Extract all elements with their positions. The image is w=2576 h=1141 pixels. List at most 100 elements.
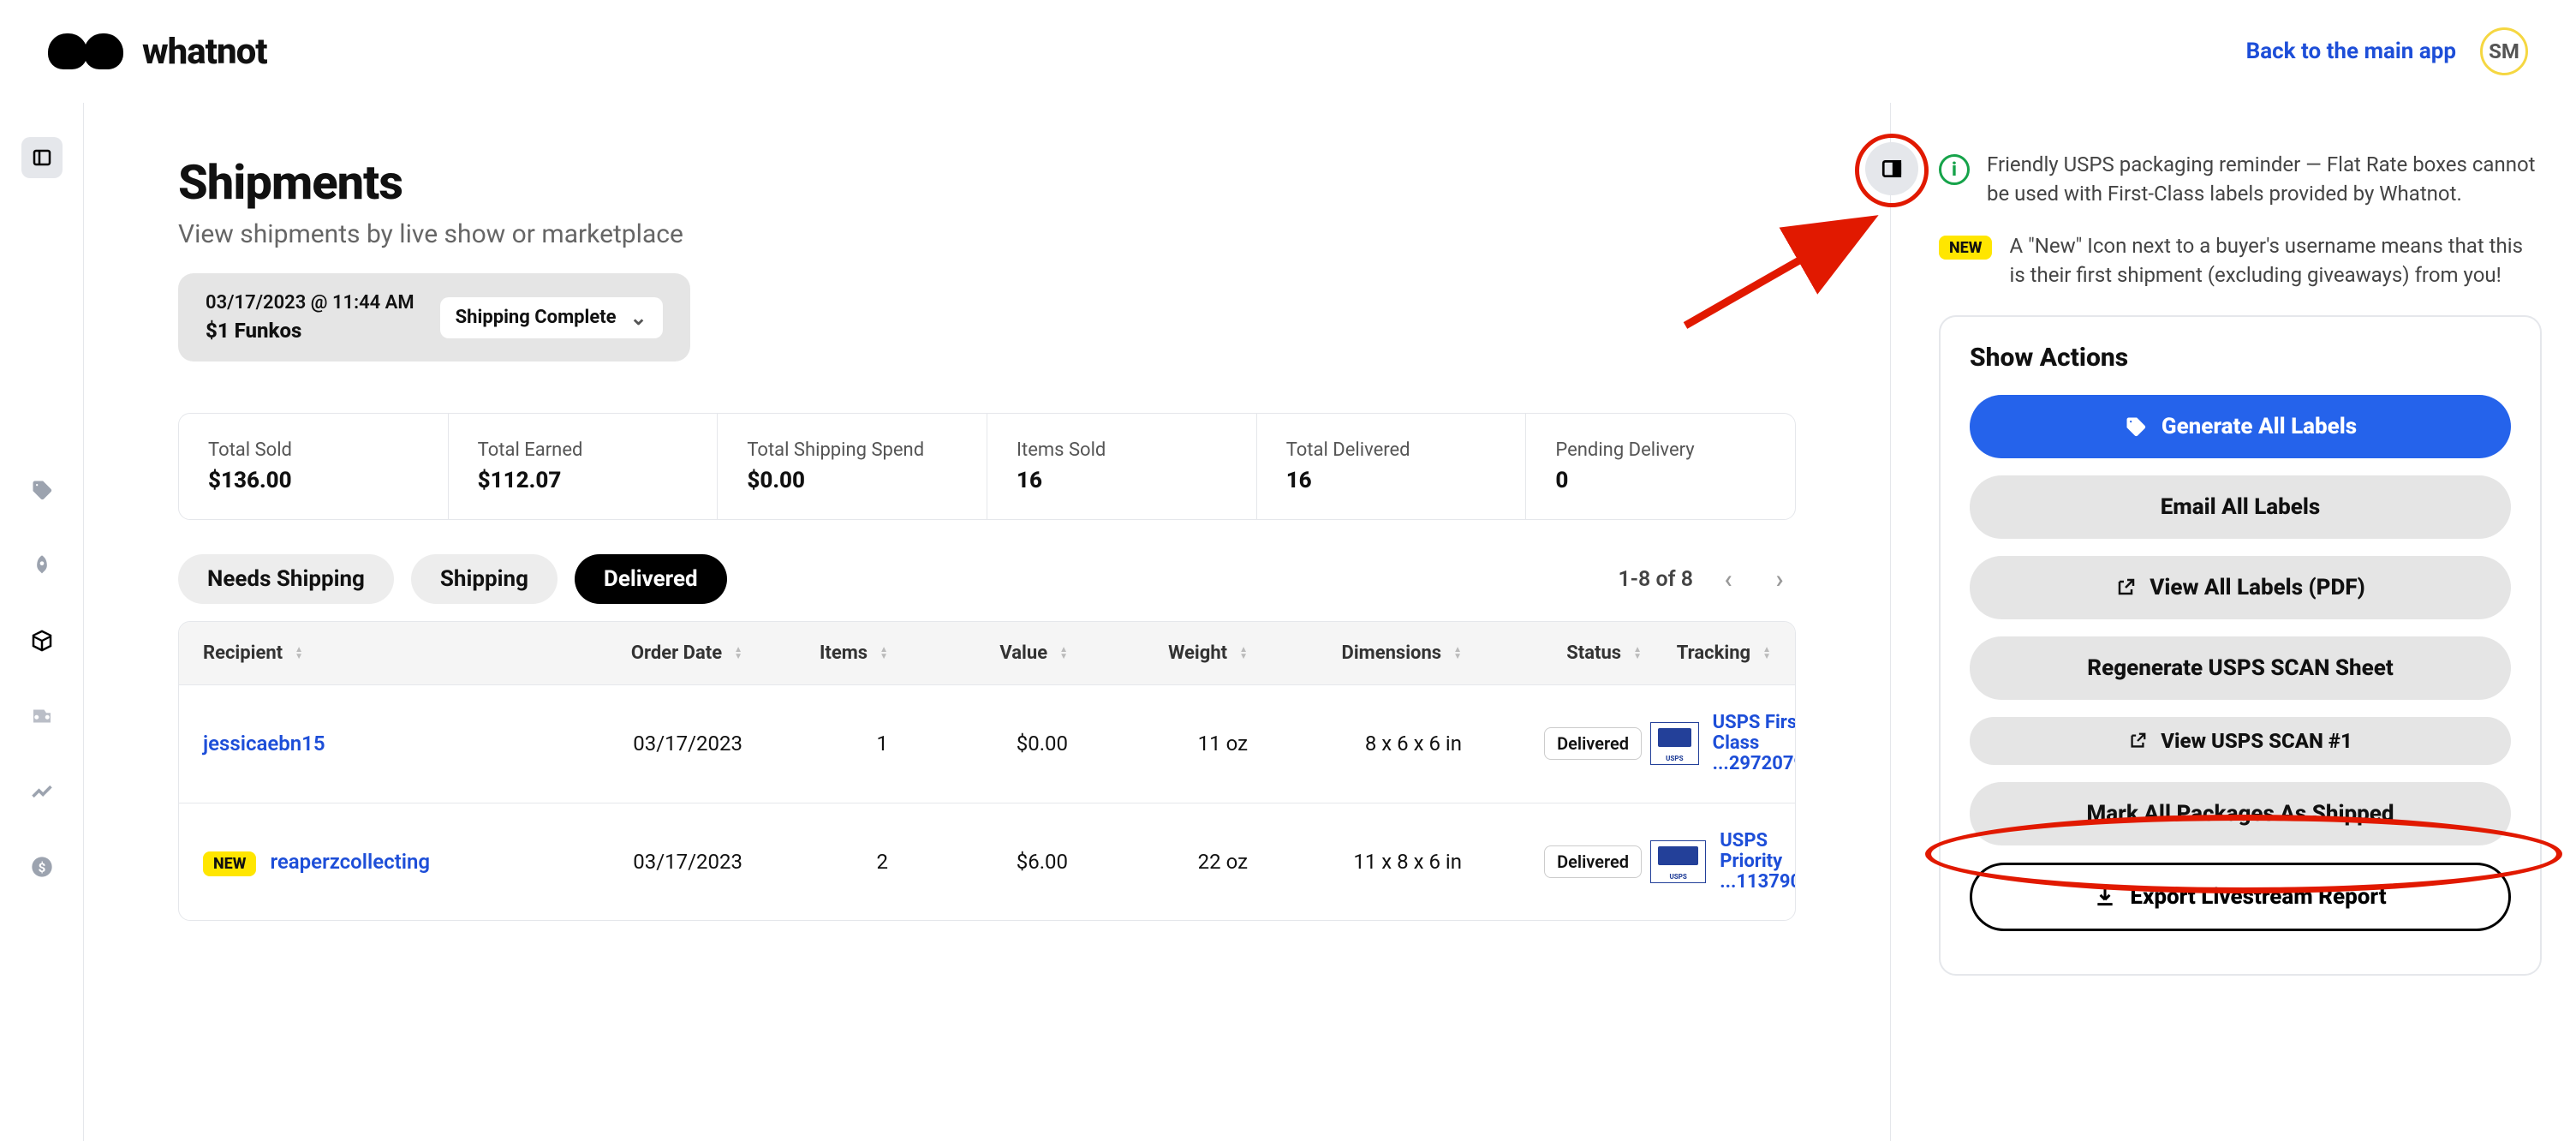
new-badge: NEW <box>203 851 256 876</box>
chevron-down-icon: ⌄ <box>630 306 647 330</box>
tab-needs-shipping[interactable]: Needs Shipping <box>178 554 394 604</box>
th-status[interactable]: Status▲▼ <box>1470 642 1642 664</box>
sort-icon: ▲▼ <box>734 647 742 660</box>
stat-value: $112.07 <box>478 468 689 493</box>
sort-icon: ▲▼ <box>1453 647 1462 660</box>
main-content: Shipments View shipments by live show or… <box>84 103 1891 1141</box>
page-range: 1-8 of 8 <box>1619 567 1693 592</box>
export-livestream-report-button[interactable]: Export Livestream Report <box>1970 863 2511 931</box>
show-name: $1 Funkos <box>206 319 414 343</box>
svg-text:$: $ <box>38 860 45 875</box>
cell-dimensions: 11 x 8 x 6 in <box>1256 850 1462 874</box>
stat-label: Total Earned <box>478 439 689 461</box>
cell-weight: 22 oz <box>1076 850 1248 874</box>
info-usps-reminder: i Friendly USPS packaging reminder — Fla… <box>1939 151 2542 208</box>
email-all-labels-button[interactable]: Email All Labels <box>1970 475 2511 539</box>
sidebar-collapse-icon[interactable] <box>21 137 63 178</box>
sort-icon: ▲▼ <box>880 647 888 660</box>
status-badge: Delivered <box>1544 727 1642 760</box>
tab-shipping[interactable]: Shipping <box>411 554 558 604</box>
avatar[interactable]: SM <box>2480 27 2528 75</box>
shipments-table: Recipient▲▼ Order Date▲▼ Items▲▼ Value▲▼… <box>178 621 1796 921</box>
filter-tabs: Needs Shipping Shipping Delivered <box>178 554 727 604</box>
next-page-button[interactable]: › <box>1763 563 1796 595</box>
prev-page-button[interactable]: ‹ <box>1712 563 1744 595</box>
info-text: Friendly USPS packaging reminder — Flat … <box>1987 151 2542 208</box>
cell-weight: 11 oz <box>1076 732 1248 756</box>
cell-value: $6.00 <box>897 850 1068 874</box>
top-bar: whatnot Back to the main app SM <box>0 0 2576 103</box>
tracking-service: USPS Priority <box>1720 831 1796 872</box>
sort-icon: ▲▼ <box>295 647 303 660</box>
th-tracking[interactable]: Tracking▲▼ <box>1650 642 1771 664</box>
stat-value: 16 <box>1286 468 1497 493</box>
th-value[interactable]: Value▲▼ <box>897 642 1068 664</box>
info-icon: i <box>1939 154 1970 185</box>
download-icon <box>2094 886 2116 908</box>
usps-logo-icon <box>1650 722 1699 765</box>
recipient-link[interactable]: jessicaebn15 <box>203 732 325 756</box>
tab-delivered[interactable]: Delivered <box>575 554 727 604</box>
mark-all-shipped-button[interactable]: Mark All Packages As Shipped <box>1970 782 2511 845</box>
show-actions-card: Show Actions Generate All Labels Email A… <box>1939 315 2542 976</box>
nav-shipments-icon[interactable] <box>21 620 63 661</box>
stat-label: Total Delivered <box>1286 439 1497 461</box>
generate-all-labels-button[interactable]: Generate All Labels <box>1970 395 2511 458</box>
page-subtitle: View shipments by live show or marketpla… <box>178 219 1890 249</box>
nav-analytics-icon[interactable] <box>21 771 63 812</box>
tracking-link[interactable]: USPS First Class ...29720799 <box>1650 713 1796 775</box>
th-recipient[interactable]: Recipient▲▼ <box>203 642 528 664</box>
nav-money-icon[interactable]: $ <box>21 846 63 887</box>
cell-value: $0.00 <box>897 732 1068 756</box>
nav-tags-icon[interactable] <box>21 469 63 511</box>
regenerate-scan-sheet-button[interactable]: Regenerate USPS SCAN Sheet <box>1970 636 2511 700</box>
panel-collapse-button[interactable] <box>1865 142 1918 195</box>
stat-label: Pending Delivery <box>1555 439 1766 461</box>
view-all-labels-pdf-button[interactable]: View All Labels (PDF) <box>1970 556 2511 619</box>
table-row: NEW reaperzcollecting 03/17/2023 2 $6.00… <box>179 803 1795 921</box>
th-dimensions[interactable]: Dimensions▲▼ <box>1256 642 1462 664</box>
tag-icon <box>2124 415 2148 439</box>
cell-dimensions: 8 x 6 x 6 in <box>1256 732 1462 756</box>
info-new-buyer: NEW A "New" Icon next to a buyer's usern… <box>1939 232 2542 290</box>
show-date: 03/17/2023 @ 11:44 AM <box>206 292 414 314</box>
stat-label: Items Sold <box>1017 439 1227 461</box>
stat-value: 0 <box>1555 468 1766 493</box>
info-text: A "New" Icon next to a buyer's username … <box>2009 232 2542 290</box>
stat-value: 16 <box>1017 468 1227 493</box>
tracking-service: USPS First Class <box>1713 713 1796 754</box>
logo[interactable]: whatnot <box>48 31 267 73</box>
th-order-date[interactable]: Order Date▲▼ <box>537 642 742 664</box>
pagination: 1-8 of 8 ‹ › <box>1619 563 1796 595</box>
tracking-link[interactable]: USPS Priority ...11379045 <box>1650 831 1796 893</box>
th-items[interactable]: Items▲▼ <box>751 642 888 664</box>
status-badge: Delivered <box>1544 845 1642 878</box>
stat-value: $0.00 <box>747 468 957 493</box>
sort-icon: ▲▼ <box>1239 647 1248 660</box>
stat-label: Total Sold <box>208 439 419 461</box>
th-weight[interactable]: Weight▲▼ <box>1076 642 1248 664</box>
cell-order-date: 03/17/2023 <box>537 732 742 756</box>
external-link-icon <box>2115 577 2136 598</box>
left-nav: $ <box>0 103 84 1141</box>
nav-rocket-icon[interactable] <box>21 545 63 586</box>
cell-order-date: 03/17/2023 <box>537 850 742 874</box>
new-badge: NEW <box>1939 236 1992 260</box>
stat-label: Total Shipping Spend <box>747 439 957 461</box>
sort-icon: ▲▼ <box>1059 647 1068 660</box>
back-to-main-link[interactable]: Back to the main app <box>2246 39 2456 64</box>
recipient-link[interactable]: reaperzcollecting <box>270 850 430 874</box>
shipping-status-label: Shipping Complete <box>456 307 617 328</box>
usps-logo-icon <box>1650 840 1706 883</box>
sort-icon: ▲▼ <box>1762 647 1771 660</box>
shipping-status-dropdown[interactable]: Shipping Complete ⌄ <box>440 297 663 338</box>
view-usps-scan-button[interactable]: View USPS SCAN #1 <box>1970 717 2511 765</box>
show-selector[interactable]: 03/17/2023 @ 11:44 AM $1 Funkos Shipping… <box>178 273 690 361</box>
external-link-icon <box>2128 732 2147 750</box>
sort-icon: ▲▼ <box>1633 647 1642 660</box>
cell-items: 1 <box>751 732 888 756</box>
nav-payouts-icon[interactable] <box>21 696 63 737</box>
table-row: jessicaebn15 03/17/2023 1 $0.00 11 oz 8 … <box>179 684 1795 803</box>
tracking-number: ...11379045 <box>1720 872 1796 893</box>
tracking-number: ...29720799 <box>1713 754 1796 774</box>
